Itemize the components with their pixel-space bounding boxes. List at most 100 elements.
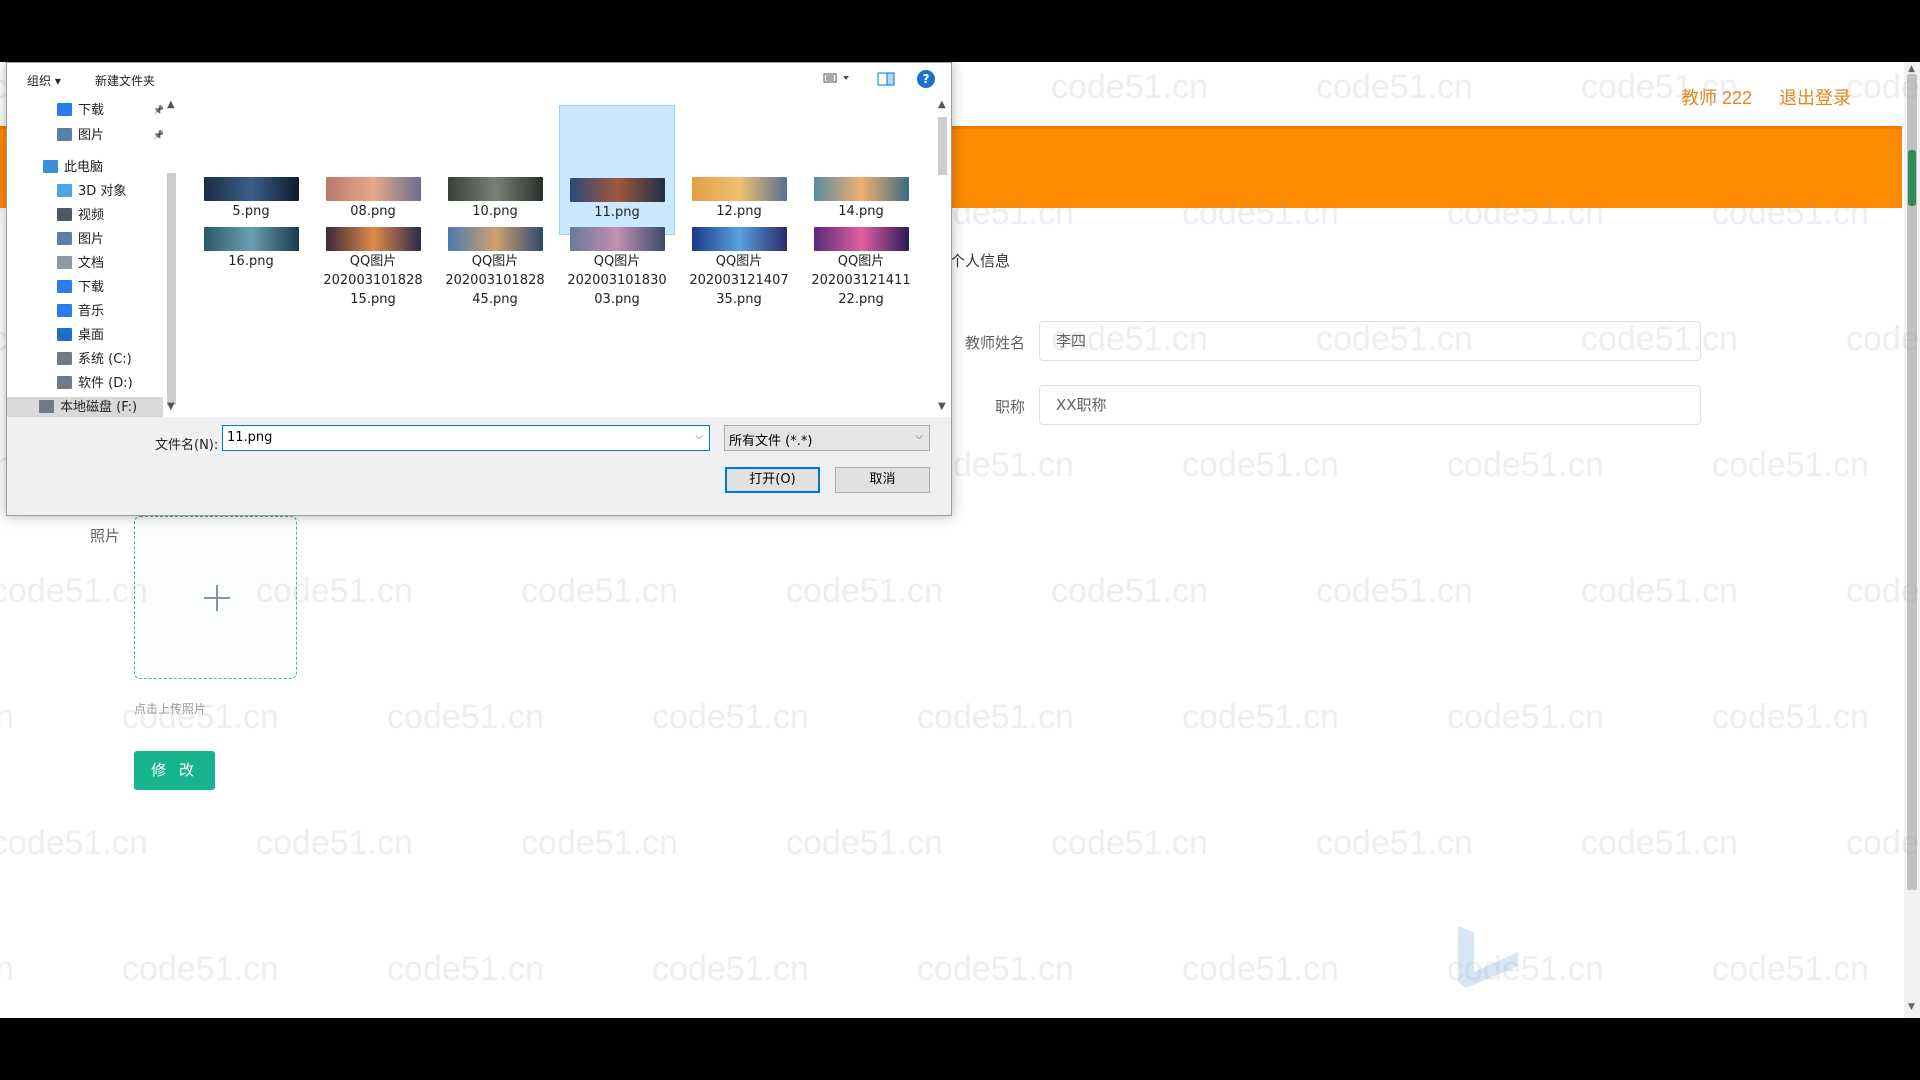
nav-item-label: 3D 对象 [78, 184, 127, 199]
file-item-7[interactable]: QQ图片 202003101828 15.png [315, 227, 431, 309]
help-icon[interactable]: ? [917, 70, 935, 88]
file-item-3[interactable]: 11.png [559, 105, 675, 235]
nav-item-5[interactable]: 图片 [57, 229, 104, 251]
dialog-bottom-area: 文件名(N): 11.png ⌵ 所有文件 (*.*) ⌵ 打开(O) 取消 [7, 417, 951, 515]
file-item-10[interactable]: QQ图片 202003121407 35.png [681, 227, 797, 309]
file-name-line-1: QQ图片 [715, 254, 763, 269]
watermark-text: code51.cn [1182, 446, 1339, 484]
nav-scroll-up-icon[interactable]: ▲ [167, 99, 175, 110]
file-name-line-3: 03.png [594, 292, 640, 307]
nav-item-12[interactable]: 本地磁盘 (F:) [7, 397, 163, 419]
nav-item-11[interactable]: 软件 (D:) [57, 373, 133, 395]
file-scroll-thumb[interactable] [938, 117, 947, 175]
screen: 教师 222 退出登录 个人信息 教师姓名 李四 职称 XX职称 照片 点击上传… [0, 62, 1920, 1018]
watermark-text: code51.cn [652, 950, 809, 988]
watermark-text: code51.cn [1051, 572, 1208, 610]
teacher-name-input[interactable]: 李四 [1039, 321, 1701, 361]
new-folder-button[interactable]: 新建文件夹 [95, 72, 155, 89]
file-name-line-3: 22.png [838, 292, 884, 307]
nav-item-4[interactable]: 视频 [57, 205, 104, 227]
watermark-text: code51.cn [1447, 698, 1604, 736]
file-item-9[interactable]: QQ图片 202003101830 03.png [559, 227, 675, 309]
nav-scroll-down-icon[interactable]: ▼ [167, 401, 175, 412]
nav-item-label: 图片 [78, 232, 105, 247]
filetype-select[interactable]: 所有文件 (*.*) ⌵ [724, 425, 930, 451]
preview-pane-icon[interactable] [877, 71, 895, 90]
watermark-text: code51.cn [1712, 950, 1869, 988]
watermark-text: code51.cn [786, 572, 943, 610]
nav-item-1[interactable]: 图片 📌 [57, 125, 164, 147]
watermark-text: code51.cn [1581, 824, 1738, 862]
nav-item-3[interactable]: 3D 对象 [57, 181, 126, 203]
nav-item-8[interactable]: 音乐 [57, 301, 104, 323]
watermark-text: code51.cn [521, 572, 678, 610]
watermark-text: code51.cn [786, 824, 943, 862]
file-name-line-2: 202003121411 [811, 273, 911, 288]
scroll-down-icon[interactable]: ▼ [1908, 1002, 1915, 1012]
drive-icon [57, 352, 72, 365]
nav-item-label: 音乐 [78, 304, 105, 319]
watermark-text: code51.cn [0, 698, 14, 736]
watermark-text: code51.cn [652, 698, 809, 736]
organize-menu[interactable]: 组织 ▾ [27, 72, 61, 89]
download-arrow-icon [57, 280, 72, 293]
nav-item-label: 下载 [78, 280, 105, 295]
watermark-text: code51.cn [1316, 572, 1473, 610]
nav-item-2[interactable]: 此电脑 [43, 157, 103, 179]
nav-item-label: 软件 (D:) [78, 376, 133, 391]
page-scrollbar[interactable]: ▲ ▼ [1904, 62, 1920, 1018]
file-thumbnail [691, 227, 787, 251]
watermark-text: code51.cn [917, 698, 1074, 736]
cancel-button[interactable]: 取消 [835, 467, 930, 493]
open-button[interactable]: 打开(O) [725, 467, 820, 493]
file-item-2[interactable]: 10.png [437, 105, 553, 221]
title-input[interactable]: XX职称 [1039, 385, 1701, 425]
file-name-line-2: 202003121407 [689, 273, 789, 288]
file-thumbnail [203, 227, 299, 251]
file-scroll-up-icon[interactable]: ▲ [938, 99, 946, 110]
nav-scroll-thumb[interactable] [167, 173, 176, 405]
file-item-1[interactable]: 08.png [315, 105, 431, 221]
watermark-text: code51.cn [0, 950, 14, 988]
photo-uploader[interactable] [134, 516, 297, 679]
watermark-text: code51.cn [917, 950, 1074, 988]
watermark-text: code51.cn [1712, 446, 1869, 484]
file-item-5[interactable]: 14.png [803, 105, 919, 221]
desktop-icon [57, 328, 72, 341]
file-item-6[interactable]: 16.png [193, 227, 309, 271]
title-label: 职称 [994, 398, 1025, 416]
drive-icon [39, 400, 54, 413]
file-thumbnail [325, 227, 421, 251]
file-scrollbar[interactable]: ▲ ▼ [933, 97, 951, 417]
nav-item-6[interactable]: 文档 [57, 253, 104, 275]
chevron-down-icon[interactable]: ⌵ [695, 431, 703, 442]
nav-item-0[interactable]: 下载 📌 [57, 100, 164, 122]
file-scroll-down-icon[interactable]: ▼ [938, 401, 946, 412]
nav-item-10[interactable]: 系统 (C:) [57, 349, 132, 371]
scroll-up-icon[interactable]: ▲ [1908, 64, 1915, 74]
nav-item-7[interactable]: 下载 [57, 277, 104, 299]
file-item-8[interactable]: QQ图片 202003101828 45.png [437, 227, 553, 309]
file-name-line-1: 10.png [472, 204, 518, 219]
file-item-0[interactable]: 5.png [193, 105, 309, 221]
edit-button[interactable]: 修 改 [134, 751, 215, 790]
watermark-text: code51.cn [122, 950, 279, 988]
nav-scrollbar[interactable]: ▲ ▼ [163, 97, 180, 417]
logout-link[interactable]: 退出登录 [1779, 84, 1851, 110]
file-thumbnail [813, 227, 909, 251]
view-options-icon[interactable] [823, 71, 851, 88]
user-name[interactable]: 教师 222 [1681, 84, 1752, 110]
file-item-4[interactable]: 12.png [681, 105, 797, 221]
nav-item-9[interactable]: 桌面 [57, 325, 104, 347]
watermark-text: code51.cn [1051, 824, 1208, 862]
file-thumbnail [203, 177, 299, 201]
file-name-line-1: 12.png [716, 204, 762, 219]
file-item-11[interactable]: QQ图片 202003121411 22.png [803, 227, 919, 309]
chevron-down-icon[interactable]: ⌵ [915, 431, 923, 442]
nav-item-label: 本地磁盘 (F:) [60, 400, 138, 415]
watermark-text: code51.cn [387, 950, 544, 988]
filename-value: 11.png [227, 430, 273, 445]
nav-item-label: 图片 [78, 128, 105, 143]
filename-input[interactable]: 11.png ⌵ [222, 425, 710, 451]
plus-icon-vertical [216, 585, 218, 611]
